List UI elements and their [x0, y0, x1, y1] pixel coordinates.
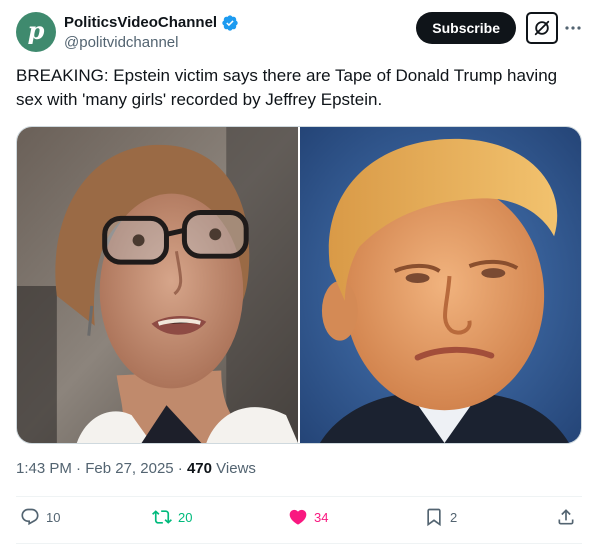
- meta-separator: ·: [76, 460, 86, 477]
- divider-bottom: [16, 543, 582, 544]
- like-button[interactable]: 34: [288, 507, 328, 527]
- repost-button[interactable]: 20: [152, 507, 192, 527]
- bookmark-count: 2: [450, 509, 458, 525]
- reply-count: 10: [46, 509, 61, 525]
- tweet-header: p PoliticsVideoChannel @politvidchannel …: [16, 12, 582, 56]
- grok-icon: [534, 20, 550, 36]
- reply-icon: [21, 508, 39, 526]
- subscribe-button[interactable]: Subscribe: [416, 12, 516, 44]
- verified-badge-icon[interactable]: [221, 14, 239, 32]
- man-photo-image: [300, 127, 581, 443]
- photo-woman[interactable]: [17, 127, 298, 443]
- repost-icon: [152, 510, 172, 524]
- display-name[interactable]: PoliticsVideoChannel: [64, 14, 217, 31]
- views-label: Views: [216, 460, 256, 477]
- handle[interactable]: @politvidchannel: [64, 34, 239, 51]
- photo-man[interactable]: [300, 127, 581, 443]
- grok-button[interactable]: [526, 12, 558, 44]
- action-bar: 10 20 34 2: [16, 507, 582, 535]
- divider-top: [16, 496, 582, 497]
- share-button[interactable]: [556, 507, 576, 527]
- meta-separator: ·: [177, 460, 187, 477]
- more-icon: [565, 26, 581, 30]
- tweet-time[interactable]: 1:43 PM: [16, 460, 72, 477]
- repost-count: 20: [178, 509, 193, 525]
- bookmark-icon: [427, 508, 441, 527]
- heart-icon: [289, 509, 307, 525]
- reply-button[interactable]: 10: [20, 507, 60, 527]
- share-icon: [558, 509, 574, 525]
- woman-photo-image: [17, 127, 298, 443]
- avatar[interactable]: p: [16, 12, 56, 52]
- avatar-letter: p: [27, 16, 45, 45]
- like-count: 34: [314, 509, 329, 525]
- views-count: 470: [186, 460, 212, 477]
- tweet-text: BREAKING: Epstein victim says there are …: [16, 66, 558, 109]
- bookmark-button[interactable]: 2: [424, 507, 457, 527]
- more-options-button[interactable]: [564, 18, 582, 38]
- tweet-meta: 1:43 PM · Feb 27, 2025 · 470 Views: [16, 460, 256, 477]
- author-names: PoliticsVideoChannel @politvidchannel: [64, 13, 239, 51]
- tweet-date[interactable]: Feb 27, 2025: [85, 460, 173, 477]
- tweet-media: [16, 126, 582, 444]
